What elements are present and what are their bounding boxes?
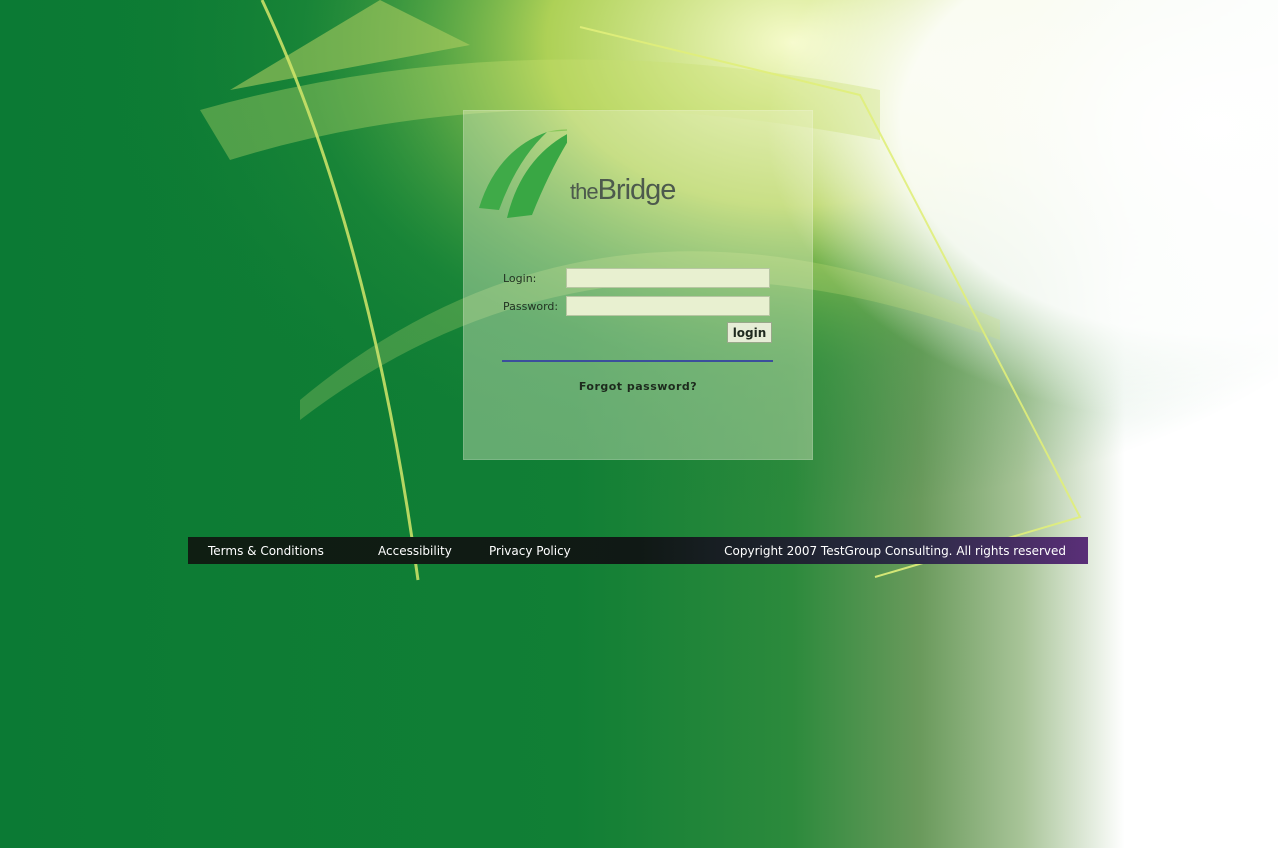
accessibility-link[interactable]: Accessibility — [378, 544, 452, 558]
login-input[interactable] — [566, 268, 770, 288]
forgot-password-link[interactable]: Forgot password? — [463, 380, 813, 393]
login-label: Login: — [503, 272, 537, 285]
the-bridge-logo: theBridge — [477, 120, 707, 220]
terms-conditions-link[interactable]: Terms & Conditions — [208, 544, 324, 558]
login-panel: theBridge Login: Password: login Forgot … — [463, 110, 813, 460]
password-input[interactable] — [566, 296, 770, 316]
password-label: Password: — [503, 300, 559, 313]
login-button[interactable]: login — [727, 322, 772, 343]
privacy-policy-link[interactable]: Privacy Policy — [489, 544, 571, 558]
logo-word-the: the — [570, 179, 599, 204]
logo-wordmark: theBridge — [570, 174, 677, 207]
bridge-arch-icon — [479, 129, 585, 218]
footer-bar: Terms & Conditions Accessibility Privacy… — [188, 537, 1088, 564]
copyright-text: Copyright 2007 TestGroup Consulting. All… — [724, 544, 1066, 558]
logo-word-bridge: Bridge — [597, 174, 677, 206]
form-divider — [502, 360, 773, 362]
